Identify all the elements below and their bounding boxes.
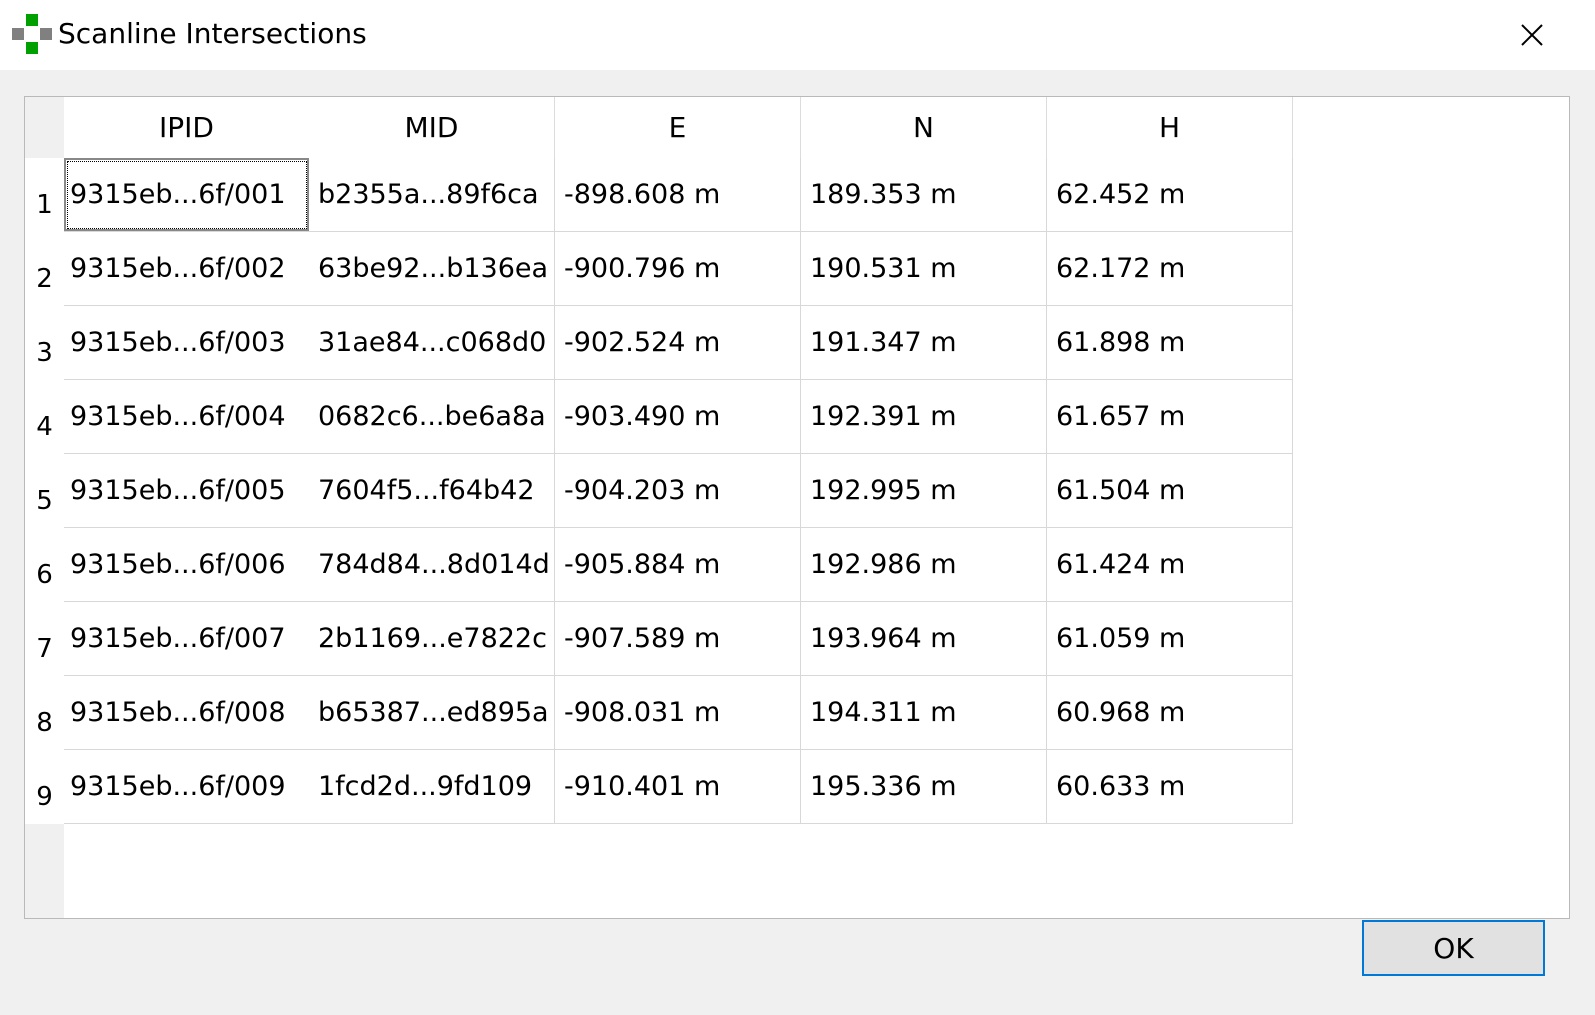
close-button[interactable] xyxy=(1507,12,1557,58)
app-cross-icon xyxy=(12,14,52,54)
table-cell-ipid[interactable]: 9315eb...6f/008 xyxy=(64,676,310,750)
table-cell-ipid[interactable]: 9315eb...6f/009 xyxy=(64,750,310,824)
table-cell-h[interactable]: 60.968 m xyxy=(1047,676,1293,750)
table-cell-e[interactable]: -907.589 m xyxy=(555,602,801,676)
column-header-mid[interactable]: MID xyxy=(309,97,555,158)
table-cell-ipid[interactable]: 9315eb...6f/001 xyxy=(64,158,310,232)
row-header[interactable]: 4 xyxy=(25,380,64,454)
table-cell-e[interactable]: -904.203 m xyxy=(555,454,801,528)
row-header[interactable]: 3 xyxy=(25,306,64,380)
table-cell-n[interactable]: 195.336 m xyxy=(801,750,1047,824)
table-cell-n[interactable]: 193.964 m xyxy=(801,602,1047,676)
table-cell-n[interactable]: 190.531 m xyxy=(801,232,1047,306)
table-cell-n[interactable]: 194.311 m xyxy=(801,676,1047,750)
row-header[interactable]: 2 xyxy=(25,232,64,306)
table-cell-h[interactable]: 61.504 m xyxy=(1047,454,1293,528)
table-cell-mid[interactable]: 1fcd2d...9fd109 xyxy=(309,750,555,824)
column-header-h[interactable]: H xyxy=(1047,97,1293,158)
row-header[interactable]: 7 xyxy=(25,602,64,676)
table-cell-n[interactable]: 189.353 m xyxy=(801,158,1047,232)
row-header[interactable]: 1 xyxy=(25,158,64,232)
table-cell-mid[interactable]: 63be92...b136ea xyxy=(309,232,555,306)
table-cell-mid[interactable]: 0682c6...be6a8a xyxy=(309,380,555,454)
table-cell-mid[interactable]: 784d84...8d014d xyxy=(309,528,555,602)
column-header-ipid[interactable]: IPID xyxy=(64,97,310,158)
table-cell-mid[interactable]: 7604f5...f64b42 xyxy=(309,454,555,528)
table-cell-n[interactable]: 192.986 m xyxy=(801,528,1047,602)
column-header-e[interactable]: E xyxy=(555,97,801,158)
table-cell-ipid[interactable]: 9315eb...6f/006 xyxy=(64,528,310,602)
table-cell-h[interactable]: 61.059 m xyxy=(1047,602,1293,676)
table-cell-h[interactable]: 60.633 m xyxy=(1047,750,1293,824)
title-bar: Scanline Intersections xyxy=(0,0,1595,70)
table-cell-e[interactable]: -905.884 m xyxy=(555,528,801,602)
table-cell-e[interactable]: -898.608 m xyxy=(555,158,801,232)
row-header[interactable]: 5 xyxy=(25,454,64,528)
window-title: Scanline Intersections xyxy=(58,17,367,50)
table-cell-mid[interactable]: 31ae84...c068d0 xyxy=(309,306,555,380)
table-cell-h[interactable]: 62.452 m xyxy=(1047,158,1293,232)
row-header[interactable]: 6 xyxy=(25,528,64,602)
close-icon xyxy=(1521,24,1543,46)
table-cell-e[interactable]: -908.031 m xyxy=(555,676,801,750)
table-cell-ipid[interactable]: 9315eb...6f/003 xyxy=(64,306,310,380)
table-cell-e[interactable]: -910.401 m xyxy=(555,750,801,824)
table-cell-ipid[interactable]: 9315eb...6f/005 xyxy=(64,454,310,528)
row-header[interactable]: 9 xyxy=(25,750,64,824)
table-cell-n[interactable]: 191.347 m xyxy=(801,306,1047,380)
table-cell-h[interactable]: 62.172 m xyxy=(1047,232,1293,306)
table-cell-h[interactable]: 61.657 m xyxy=(1047,380,1293,454)
table-cell-mid[interactable]: b2355a...89f6ca xyxy=(309,158,555,232)
table-cell-mid[interactable]: b65387...ed895a xyxy=(309,676,555,750)
table-cell-h[interactable]: 61.424 m xyxy=(1047,528,1293,602)
intersections-table[interactable]: IPID MID E N H 1 9315eb...6f/001 b2355a...89f6c… xyxy=(24,96,1570,919)
table-cell-ipid[interactable]: 9315eb...6f/002 xyxy=(64,232,310,306)
table-corner xyxy=(25,97,64,158)
table-cell-ipid[interactable]: 9315eb...6f/004 xyxy=(64,380,310,454)
table-cell-e[interactable]: -900.796 m xyxy=(555,232,801,306)
table-cell-e[interactable]: -902.524 m xyxy=(555,306,801,380)
table-cell-n[interactable]: 192.391 m xyxy=(801,380,1047,454)
ok-button[interactable]: OK xyxy=(1362,920,1545,976)
table-cell-h[interactable]: 61.898 m xyxy=(1047,306,1293,380)
table-cell-mid[interactable]: 2b1169...e7822c xyxy=(309,602,555,676)
row-header[interactable]: 8 xyxy=(25,676,64,750)
table-cell-ipid[interactable]: 9315eb...6f/007 xyxy=(64,602,310,676)
column-header-n[interactable]: N xyxy=(801,97,1047,158)
table-cell-e[interactable]: -903.490 m xyxy=(555,380,801,454)
table-cell-n[interactable]: 192.995 m xyxy=(801,454,1047,528)
